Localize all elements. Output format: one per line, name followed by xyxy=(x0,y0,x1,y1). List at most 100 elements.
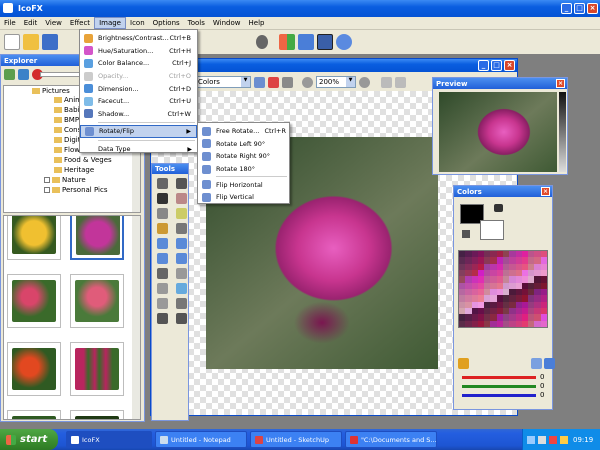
fill-tool-icon[interactable] xyxy=(157,253,168,264)
chevron-down-icon[interactable]: ▼ xyxy=(241,77,250,87)
volume-icon[interactable] xyxy=(538,435,546,444)
update-icon[interactable] xyxy=(560,435,568,444)
open-icon[interactable] xyxy=(23,34,39,50)
menu-item-shadow[interactable]: Shadow... Ctrl+W xyxy=(80,108,197,121)
close-button[interactable]: × xyxy=(587,3,598,14)
refresh-icon[interactable] xyxy=(4,69,15,80)
menu-item-rotate-right[interactable]: Rotate Right 90° xyxy=(198,150,289,163)
preview-close-icon[interactable]: × xyxy=(556,79,565,88)
menu-icon[interactable]: Icon xyxy=(126,18,149,28)
minimize-button[interactable]: _ xyxy=(561,3,572,14)
menu-item-free-rotate[interactable]: Free Rotate... Ctrl+R xyxy=(198,125,289,138)
menu-options[interactable]: Options xyxy=(149,18,184,28)
menu-item-flip-vertical[interactable]: Flip Vertical xyxy=(198,191,289,204)
expand-icon[interactable] xyxy=(44,177,50,183)
menu-edit[interactable]: Edit xyxy=(20,18,42,28)
preview-title-bar[interactable]: Preview × xyxy=(433,78,567,89)
rectangle-tool-icon[interactable] xyxy=(157,238,168,249)
crop-icon[interactable] xyxy=(254,76,265,88)
security-icon[interactable] xyxy=(549,435,557,444)
menu-view[interactable]: View xyxy=(41,18,66,28)
save-icon[interactable] xyxy=(42,34,58,50)
thumbnail-lupins[interactable] xyxy=(70,342,124,396)
brush-tool-icon[interactable] xyxy=(157,223,168,234)
task-icofx[interactable]: IcoFX xyxy=(66,431,152,448)
palette-new-icon[interactable] xyxy=(531,358,542,369)
add-icon[interactable] xyxy=(18,69,29,80)
blue-slider[interactable] xyxy=(462,394,536,397)
green-slider[interactable] xyxy=(462,385,536,388)
select-tool-icon[interactable] xyxy=(157,178,168,189)
rotate-tool-icon[interactable] xyxy=(176,298,187,309)
menu-item-facecut[interactable]: Facecut... Ctrl+U xyxy=(80,95,197,108)
menu-item-brightness-contrast[interactable]: Brightness/Contrast... Ctrl+B xyxy=(80,32,197,45)
colors-close-icon[interactable]: × xyxy=(541,187,550,196)
line-tool-icon[interactable] xyxy=(176,223,187,234)
colors-title-bar[interactable]: Colors × xyxy=(454,186,552,197)
palette-select[interactable]: Colors ▼ xyxy=(195,76,251,88)
palette-icon[interactable] xyxy=(458,358,469,369)
start-button[interactable]: start xyxy=(0,429,58,450)
editor-minimize-button[interactable]: _ xyxy=(478,60,489,71)
zoom-out-icon[interactable] xyxy=(359,76,370,88)
menu-window[interactable]: Window xyxy=(209,18,245,28)
menu-tools[interactable]: Tools xyxy=(184,18,209,28)
magic-wand-tool-icon[interactable] xyxy=(157,208,168,219)
arrows-tool-icon[interactable] xyxy=(157,313,168,324)
zoom-in-icon[interactable] xyxy=(302,76,313,88)
gradient-tool-icon[interactable] xyxy=(176,253,187,264)
text-tool-icon[interactable] xyxy=(157,193,168,204)
menu-item-flip-horizontal[interactable]: Flip Horizontal xyxy=(198,178,289,191)
eraser-tool-icon[interactable] xyxy=(176,193,187,204)
tree-item-heritage[interactable]: Heritage xyxy=(54,166,94,174)
menu-help[interactable]: Help xyxy=(245,18,269,28)
thumbnail-scrollbar[interactable] xyxy=(132,216,140,419)
menu-effect[interactable]: Effect xyxy=(66,18,94,28)
thumbnail-pink-flowers[interactable] xyxy=(70,274,124,328)
menu-item-rotate-left[interactable]: Rotate Left 90° xyxy=(198,138,289,151)
task-explorer[interactable]: "C:\Documents and S... xyxy=(345,431,437,448)
tools-title-bar[interactable]: Tools xyxy=(152,164,188,174)
reset-colors-icon[interactable] xyxy=(462,230,470,238)
windows-logo-icon[interactable] xyxy=(279,34,295,50)
editor-title-bar[interactable]: _ □ × xyxy=(151,59,517,72)
tree-item-pictures[interactable]: Pictures xyxy=(32,87,70,95)
palette-color-cell[interactable] xyxy=(540,320,547,327)
blur-tool-icon[interactable] xyxy=(176,283,187,294)
menu-file[interactable]: File xyxy=(0,18,20,28)
maximize-button[interactable]: □ xyxy=(574,3,585,14)
thumbnail-pink-rose[interactable] xyxy=(70,216,124,260)
network-icon[interactable] xyxy=(527,435,535,444)
palette-save-icon[interactable] xyxy=(544,358,555,369)
screen-capture-icon[interactable] xyxy=(317,34,333,50)
delete-icon[interactable] xyxy=(268,76,279,88)
menu-item-rotate-180[interactable]: Rotate 180° xyxy=(198,163,289,176)
grid-icon[interactable] xyxy=(381,76,392,88)
thumbnail-rose-bush[interactable] xyxy=(7,274,61,328)
app-title-bar[interactable]: IcoFX _ □ × xyxy=(0,0,600,17)
lasso-tool-icon[interactable] xyxy=(176,178,187,189)
clock[interactable]: 09:19 xyxy=(573,436,593,444)
tree-item-bmp[interactable]: BMP xyxy=(54,116,79,124)
expand-icon[interactable] xyxy=(44,187,50,193)
secondary-color-swatch[interactable] xyxy=(480,220,504,240)
apple-icon[interactable] xyxy=(256,35,268,49)
menu-image[interactable]: Image xyxy=(94,17,126,29)
color-palette-grid[interactable] xyxy=(458,250,548,328)
fit-icon[interactable] xyxy=(395,76,406,88)
dropper-tool-icon[interactable] xyxy=(157,268,168,279)
chevron-down-icon[interactable]: ▼ xyxy=(346,77,355,87)
thumbnail-red-flowers[interactable] xyxy=(7,342,61,396)
menu-item-data-type[interactable]: Data Type ▶ xyxy=(80,143,197,156)
zoom-select[interactable]: 200% ▼ xyxy=(316,76,356,88)
settings-icon[interactable] xyxy=(282,76,293,88)
menu-item-color-balance[interactable]: Color Balance... Ctrl+J xyxy=(80,57,197,70)
zoom-icon[interactable] xyxy=(336,34,352,50)
thumbnail-white-flowers[interactable] xyxy=(70,410,124,419)
new-icon[interactable] xyxy=(4,34,20,50)
swap-colors-icon[interactable] xyxy=(494,204,503,212)
tree-item-food[interactable]: Food & Veges xyxy=(54,156,112,164)
thumbnail-yellow-rose[interactable] xyxy=(7,216,61,260)
tree-item-personal-pics[interactable]: Personal Pics xyxy=(44,186,108,194)
move-tool-icon[interactable] xyxy=(176,313,187,324)
